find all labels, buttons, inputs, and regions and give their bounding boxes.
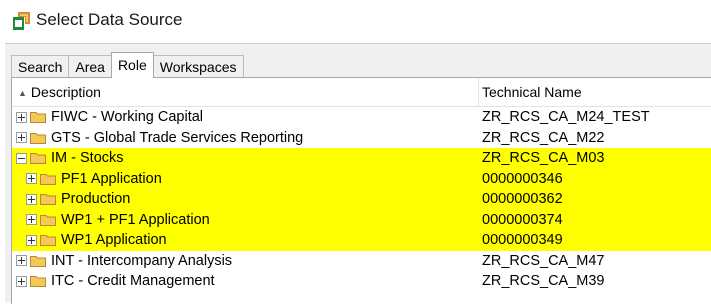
plus-icon[interactable] — [16, 275, 27, 287]
tab-search[interactable]: Search — [11, 55, 70, 78]
row-technical-name: ZR_RCS_CA_M47 — [482, 252, 605, 269]
tree-row-child[interactable]: WP1 Application 0000000349 — [12, 230, 711, 251]
row-description: ITC - Credit Management — [51, 273, 215, 290]
row-technical-name: 0000000346 — [482, 170, 563, 187]
tab-area[interactable]: Area — [68, 55, 112, 78]
row-description: WP1 Application — [61, 232, 167, 249]
row-description: INT - Intercompany Analysis — [51, 252, 233, 269]
row-technical-name: ZR_RCS_CA_M03 — [482, 150, 605, 167]
tree-row[interactable]: GTS - Global Trade Services Reporting ZR… — [12, 128, 711, 149]
row-description: FIWC - Working Capital — [51, 109, 204, 126]
folder-icon — [30, 255, 46, 267]
tree-row-child[interactable]: WP1 + PF1 Application 0000000374 — [12, 209, 711, 230]
row-technical-name: 0000000362 — [482, 191, 563, 208]
plus-icon[interactable] — [26, 214, 37, 226]
dialog-panel: Search Area Role Workspaces ▲ Description… — [5, 43, 711, 304]
plus-icon[interactable] — [16, 132, 27, 144]
row-technical-name: ZR_RCS_CA_M24_TEST — [482, 109, 650, 126]
row-technical-name: 0000000349 — [482, 232, 563, 249]
tree-row-child[interactable]: PF1 Application 0000000346 — [12, 168, 711, 189]
tree-rows: FIWC - Working Capital ZR_RCS_CA_M24_TES… — [12, 107, 711, 292]
sort-ascending-icon: ▲ — [18, 88, 27, 98]
folder-open-icon — [30, 153, 46, 165]
technical-name-column-header[interactable]: Technical Name — [479, 78, 582, 106]
tab-bar: Search Area Role Workspaces — [11, 52, 244, 78]
tree-row[interactable]: FIWC - Working Capital ZR_RCS_CA_M24_TES… — [12, 107, 711, 128]
folder-icon — [30, 132, 46, 144]
folder-icon — [40, 173, 56, 185]
technical-name-header-label: Technical Name — [482, 84, 582, 100]
plus-icon[interactable] — [16, 111, 27, 123]
folder-icon — [40, 235, 56, 247]
tab-workspaces[interactable]: Workspaces — [152, 55, 244, 78]
tree-row[interactable]: ITC - Credit Management ZR_RCS_CA_M39 — [12, 271, 711, 292]
description-header-label: Description — [30, 84, 101, 100]
row-description: WP1 + PF1 Application — [61, 211, 210, 228]
folder-icon — [40, 214, 56, 226]
data-source-icon — [13, 12, 30, 30]
row-description: GTS - Global Trade Services Reporting — [51, 129, 304, 146]
folder-icon — [30, 276, 46, 288]
title-bar: Select Data Source — [0, 0, 711, 42]
tree-grid: ▲ Description Technical Name FIWC - Worki… — [11, 77, 711, 304]
folder-icon — [40, 194, 56, 206]
plus-icon[interactable] — [26, 173, 37, 185]
minus-icon[interactable] — [16, 152, 27, 164]
plus-icon[interactable] — [16, 255, 27, 267]
folder-icon — [30, 112, 46, 124]
row-technical-name: 0000000374 — [482, 211, 563, 228]
row-description: IM - Stocks — [51, 150, 124, 167]
tree-row[interactable]: INT - Intercompany Analysis ZR_RCS_CA_M4… — [12, 251, 711, 272]
row-description: Production — [61, 191, 131, 208]
row-description: PF1 Application — [61, 170, 162, 187]
plus-icon[interactable] — [26, 193, 37, 205]
description-column-header[interactable]: ▲ Description — [12, 78, 479, 106]
tree-row-expanded[interactable]: IM - Stocks ZR_RCS_CA_M03 — [12, 148, 711, 169]
row-technical-name: ZR_RCS_CA_M39 — [482, 273, 605, 290]
plus-icon[interactable] — [26, 234, 37, 246]
tab-role[interactable]: Role — [110, 52, 154, 78]
tree-row-child[interactable]: Production 0000000362 — [12, 189, 711, 210]
column-header: ▲ Description Technical Name — [12, 78, 711, 107]
window-title: Select Data Source — [36, 10, 183, 29]
row-technical-name: ZR_RCS_CA_M22 — [482, 129, 605, 146]
